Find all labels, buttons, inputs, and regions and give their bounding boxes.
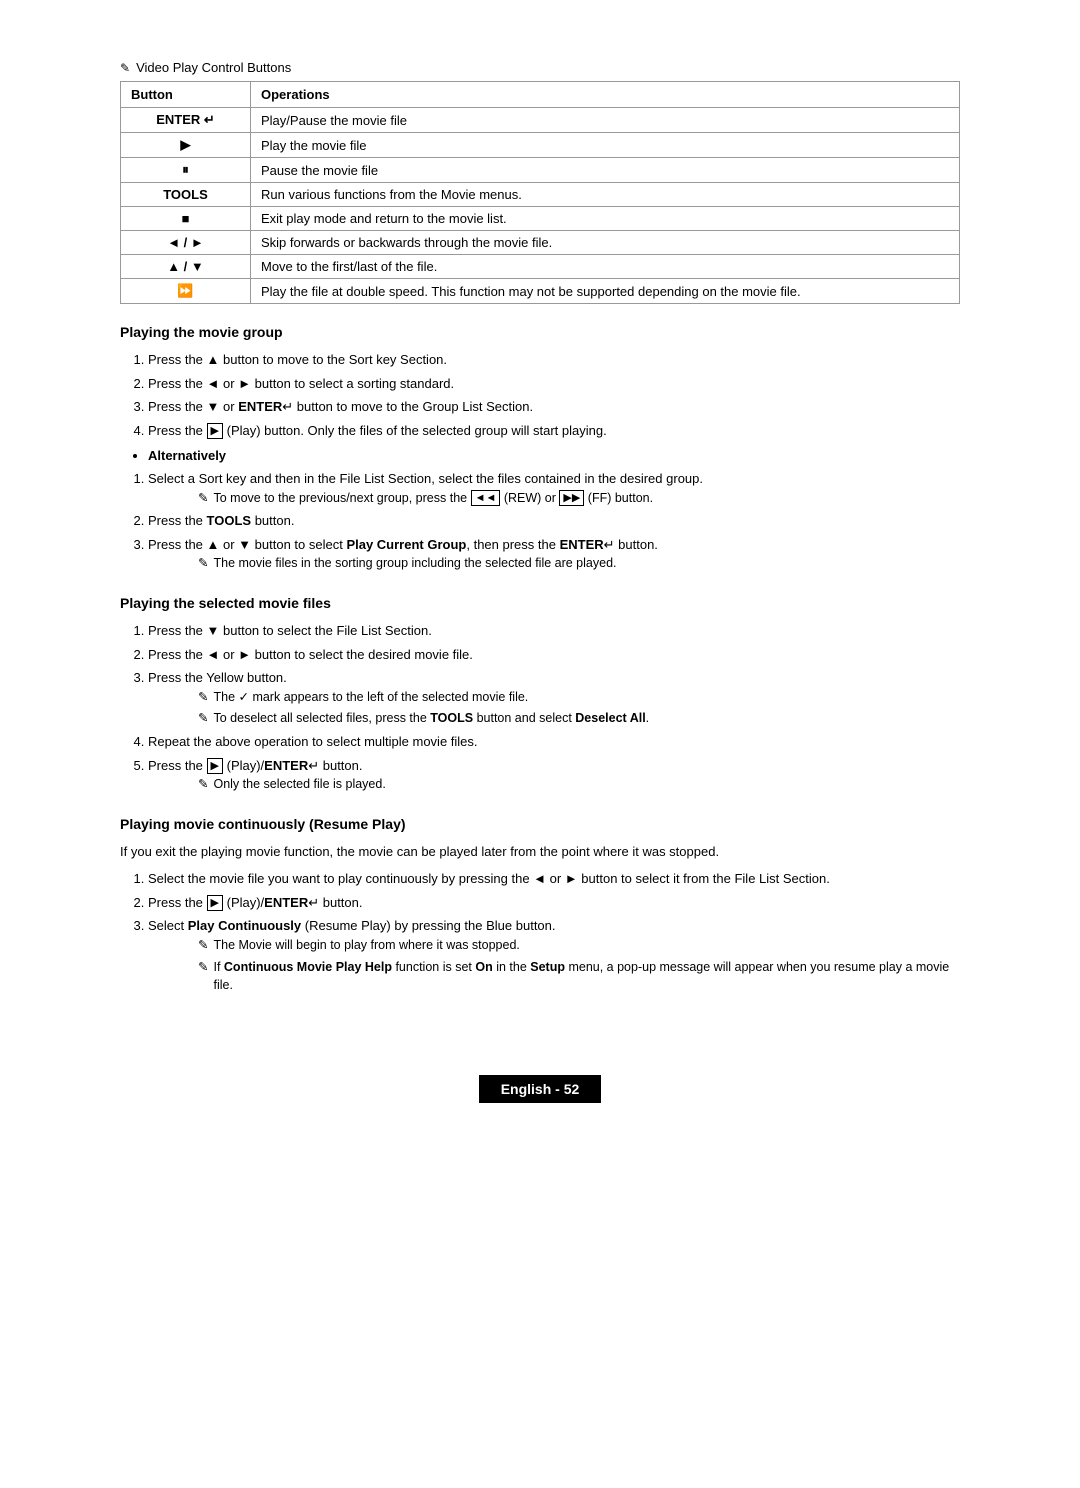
page-container: ✎ Video Play Control Buttons Button Oper…	[120, 60, 960, 1103]
table-note-label: Video Play Control Buttons	[136, 60, 291, 75]
table-cell-button: ▶	[121, 133, 251, 158]
table-cell-operation: Play/Pause the movie file	[251, 108, 960, 133]
note-symbol: ✎	[198, 775, 208, 794]
table-cell-button: TOOLS	[121, 183, 251, 207]
table-cell-operation: Run various functions from the Movie men…	[251, 183, 960, 207]
table-cell-button: ■	[121, 207, 251, 231]
video-controls-table: Button Operations ENTER ↵Play/Pause the …	[120, 81, 960, 304]
table-row: ■Exit play mode and return to the movie …	[121, 207, 960, 231]
footer-badge: English - 52	[479, 1075, 602, 1103]
s3-note1-text: The Movie will begin to play from where …	[213, 936, 519, 955]
section1-steps: Press the ▲ button to move to the Sort k…	[120, 350, 960, 440]
note-symbol: ✎	[198, 554, 208, 573]
alternatively-list: Alternatively	[120, 448, 960, 463]
table-cell-operation: Play the movie file	[251, 133, 960, 158]
section3-heading-text: Playing movie continuously (Resume Play)	[120, 816, 406, 832]
table-header-operations: Operations	[251, 82, 960, 108]
list-item: Press the ▲ button to move to the Sort k…	[148, 350, 960, 370]
note-symbol: ✎	[198, 489, 208, 508]
list-item: Press the ▶ (Play)/ENTER↵ button.	[148, 893, 960, 913]
section3-intro: If you exit the playing movie function, …	[120, 842, 960, 862]
table-row: ⏸Pause the movie file	[121, 158, 960, 183]
section2-note2: ✎ To deselect all selected files, press …	[148, 709, 960, 728]
alt-note1: ✎ To move to the previous/next group, pr…	[148, 489, 960, 508]
section1-heading: Playing the movie group	[120, 324, 960, 340]
list-item: Press the ▼ button to select the File Li…	[148, 621, 960, 641]
table-cell-button: ENTER ↵	[121, 108, 251, 133]
table-cell-button: ◄ / ►	[121, 231, 251, 255]
section3-note1: ✎ The Movie will begin to play from wher…	[148, 936, 960, 955]
note-icon: ✎	[120, 61, 130, 75]
note2-text: To deselect all selected files, press th…	[213, 709, 649, 728]
table-row: TOOLSRun various functions from the Movi…	[121, 183, 960, 207]
section3-steps: Select the movie file you want to play c…	[120, 869, 960, 995]
section3-note2: ✎ If Continuous Movie Play Help function…	[148, 958, 960, 996]
table-cell-button: ⏸	[121, 158, 251, 183]
list-item: Press the ▼ or ENTER↵ button to move to …	[148, 397, 960, 417]
list-item: Repeat the above operation to select mul…	[148, 732, 960, 752]
table-note-row: ✎ Video Play Control Buttons	[120, 60, 960, 75]
table-cell-operation: Play the file at double speed. This func…	[251, 279, 960, 304]
note-symbol: ✎	[198, 936, 208, 955]
alt-note2-text: The movie files in the sorting group inc…	[213, 554, 616, 573]
note3-text: Only the selected file is played.	[213, 775, 385, 794]
table-row: ▶Play the movie file	[121, 133, 960, 158]
alt-note2: ✎ The movie files in the sorting group i…	[148, 554, 960, 573]
table-header-button: Button	[121, 82, 251, 108]
table-row: ⏩Play the file at double speed. This fun…	[121, 279, 960, 304]
note-symbol: ✎	[198, 688, 208, 707]
table-cell-operation: Move to the first/last of the file.	[251, 255, 960, 279]
table-cell-operation: Pause the movie file	[251, 158, 960, 183]
table-cell-operation: Skip forwards or backwards through the m…	[251, 231, 960, 255]
table-row: ENTER ↵Play/Pause the movie file	[121, 108, 960, 133]
list-item: Select a Sort key and then in the File L…	[148, 469, 960, 507]
section3-heading: Playing movie continuously (Resume Play)	[120, 816, 960, 832]
list-item: Select Play Continuously (Resume Play) b…	[148, 916, 960, 995]
note-symbol: ✎	[198, 709, 208, 728]
section2-note3: ✎ Only the selected file is played.	[148, 775, 960, 794]
table-cell-button: ▲ / ▼	[121, 255, 251, 279]
footer-bar: English - 52	[120, 1075, 960, 1103]
list-item: Press the ▶ (Play) button. Only the file…	[148, 421, 960, 441]
list-item: Press the ◄ or ► button to select a sort…	[148, 374, 960, 394]
list-item: Select the movie file you want to play c…	[148, 869, 960, 889]
section2-heading: Playing the selected movie files	[120, 595, 960, 611]
note-symbol: ✎	[198, 958, 208, 977]
list-item: Press the TOOLS button.	[148, 511, 960, 531]
list-item: Press the ▲ or ▼ button to select Play C…	[148, 535, 960, 573]
list-item: Press the ▶ (Play)/ENTER↵ button. ✎ Only…	[148, 756, 960, 794]
s3-note2-text: If Continuous Movie Play Help function i…	[213, 958, 960, 996]
table-row: ▲ / ▼Move to the first/last of the file.	[121, 255, 960, 279]
alternatively-label: Alternatively	[148, 448, 960, 463]
section2-note1: ✎ The ✓ mark appears to the left of the …	[148, 688, 960, 707]
table-cell-operation: Exit play mode and return to the movie l…	[251, 207, 960, 231]
list-item: Press the ◄ or ► button to select the de…	[148, 645, 960, 665]
alt-note1-text: To move to the previous/next group, pres…	[213, 489, 653, 508]
list-item: Press the Yellow button. ✎ The ✓ mark ap…	[148, 668, 960, 728]
table-row: ◄ / ►Skip forwards or backwards through …	[121, 231, 960, 255]
table-cell-button: ⏩	[121, 279, 251, 304]
section2-steps: Press the ▼ button to select the File Li…	[120, 621, 960, 794]
note1-text: The ✓ mark appears to the left of the se…	[213, 688, 528, 707]
section1-alt-steps: Select a Sort key and then in the File L…	[120, 469, 960, 573]
